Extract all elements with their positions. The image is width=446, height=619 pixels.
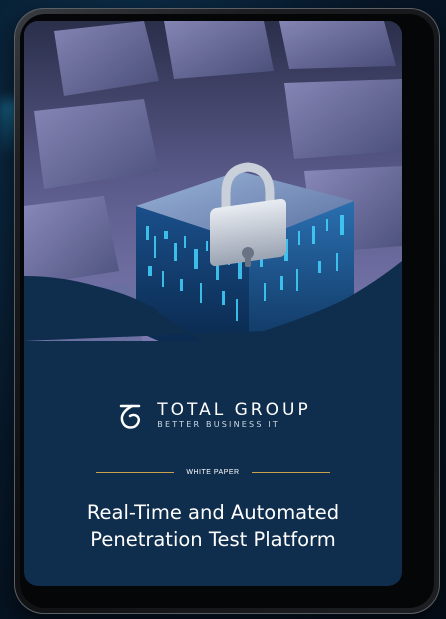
title-line-2: Penetration Test Platform	[90, 528, 336, 551]
brand-lockup: TOTAL GROUP BETTER BUSINESS IT	[24, 401, 402, 431]
divider-left	[96, 472, 175, 473]
brand-name: TOTAL GROUP	[157, 400, 311, 420]
document-label-row: WHITE PAPER	[24, 469, 402, 476]
tg-monogram-icon	[120, 404, 141, 429]
tablet-screen: TOTAL GROUP BETTER BUSINESS IT WHITE PAP…	[24, 21, 402, 586]
title-line-1: Real-Time and Automated	[86, 501, 340, 524]
brand-text: TOTAL GROUP BETTER BUSINESS IT	[157, 401, 310, 431]
document-label: WHITE PAPER	[186, 469, 240, 476]
brand-tagline: BETTER BUSINESS IT	[157, 420, 280, 429]
document-title: Real-Time and Automated Penetration Test…	[24, 499, 402, 553]
divider-right	[251, 472, 330, 473]
hero-image	[24, 21, 402, 341]
